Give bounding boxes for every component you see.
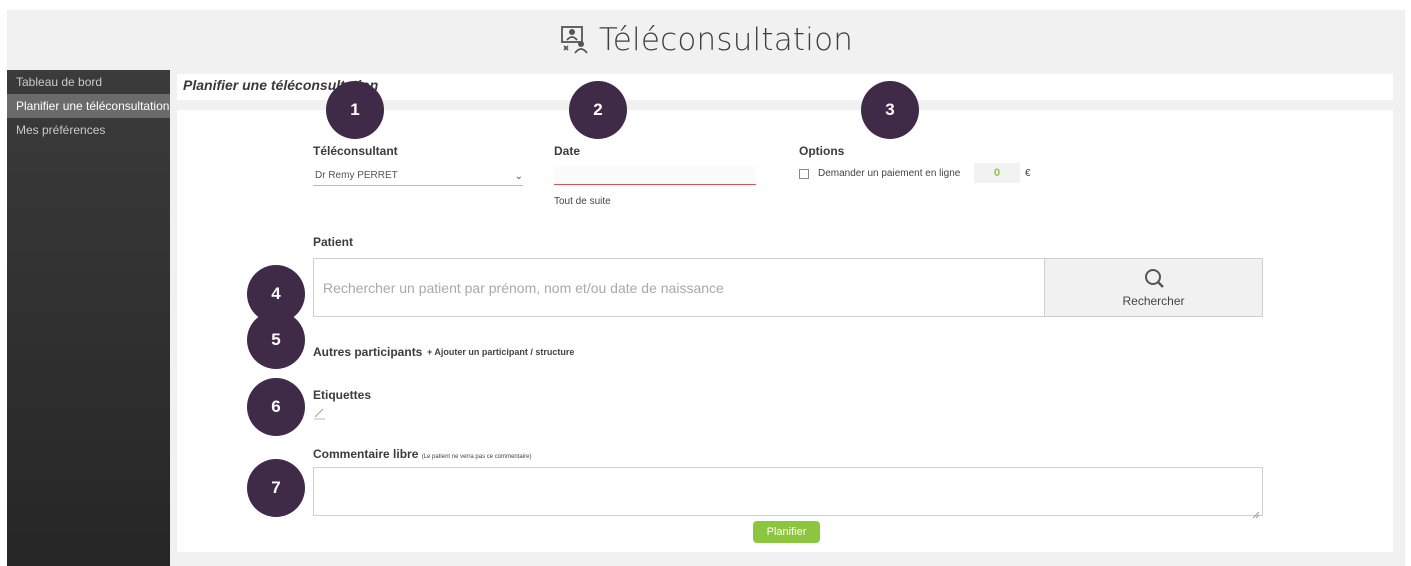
main-content: Planifier une téléconsultation Téléconsu…: [177, 70, 1405, 566]
chevron-down-icon: ⌄: [514, 171, 523, 182]
resize-grip-icon[interactable]: [1252, 506, 1260, 519]
sidebar: Tableau de bord Planifier une téléconsul…: [7, 70, 170, 566]
teleconsultation-icon: [559, 22, 591, 59]
comment-textarea[interactable]: [313, 467, 1263, 516]
step-marker-7: 7: [247, 459, 305, 517]
comment-label-text: Commentaire libre: [313, 447, 419, 461]
date-input[interactable]: [554, 166, 756, 185]
payment-checkbox[interactable]: [799, 169, 809, 179]
sidebar-item-plan-teleconsultation[interactable]: Planifier une téléconsultation: [7, 94, 170, 118]
search-button-label: Rechercher: [1122, 294, 1185, 308]
step-marker-3: 3: [861, 81, 919, 139]
payment-amount-input[interactable]: [974, 163, 1020, 183]
comment-note: (Le patient ne verra pas ce commentaire): [421, 454, 532, 460]
teleconsultant-label: Téléconsultant: [313, 144, 398, 158]
step-marker-6: 6: [247, 378, 305, 436]
sidebar-item-dashboard[interactable]: Tableau de bord: [7, 70, 170, 94]
teleconsultant-select[interactable]: Dr Remy PERRET ⌄: [313, 168, 523, 186]
plan-button[interactable]: Planifier: [753, 521, 820, 543]
top-header: Téléconsultation: [7, 10, 1405, 70]
app-window: Téléconsultation Tableau de bord Planifi…: [7, 10, 1405, 566]
patient-search-input[interactable]: [313, 258, 1045, 317]
step-marker-2: 2: [569, 81, 627, 139]
step-marker-5: 5: [247, 311, 305, 369]
app-title: Téléconsultation: [598, 22, 854, 58]
date-hint: Tout de suite: [554, 196, 611, 207]
search-icon: [1143, 267, 1165, 292]
sidebar-item-preferences[interactable]: Mes préférences: [7, 118, 170, 142]
step-marker-1: 1: [326, 81, 384, 139]
payment-label: Demander un paiement en ligne: [818, 168, 961, 179]
patient-label: Patient: [313, 235, 354, 249]
add-participant-link[interactable]: + Ajouter un participant / structure: [427, 347, 574, 357]
tags-label: Etiquettes: [313, 388, 372, 402]
options-label: Options: [799, 144, 845, 158]
pencil-icon[interactable]: [313, 406, 327, 425]
participants-label: Autres participants: [313, 345, 423, 359]
teleconsultant-value: Dr Remy PERRET: [315, 170, 398, 181]
comment-label: Commentaire libre (Le patient ne verra p…: [313, 447, 531, 461]
currency-symbol: €: [1025, 168, 1031, 179]
schedule-form: Téléconsultant Dr Remy PERRET ⌄ Date Tou…: [177, 110, 1393, 552]
date-label: Date: [554, 144, 581, 158]
brand: Téléconsultation: [559, 22, 853, 59]
search-button[interactable]: Rechercher: [1044, 258, 1263, 317]
